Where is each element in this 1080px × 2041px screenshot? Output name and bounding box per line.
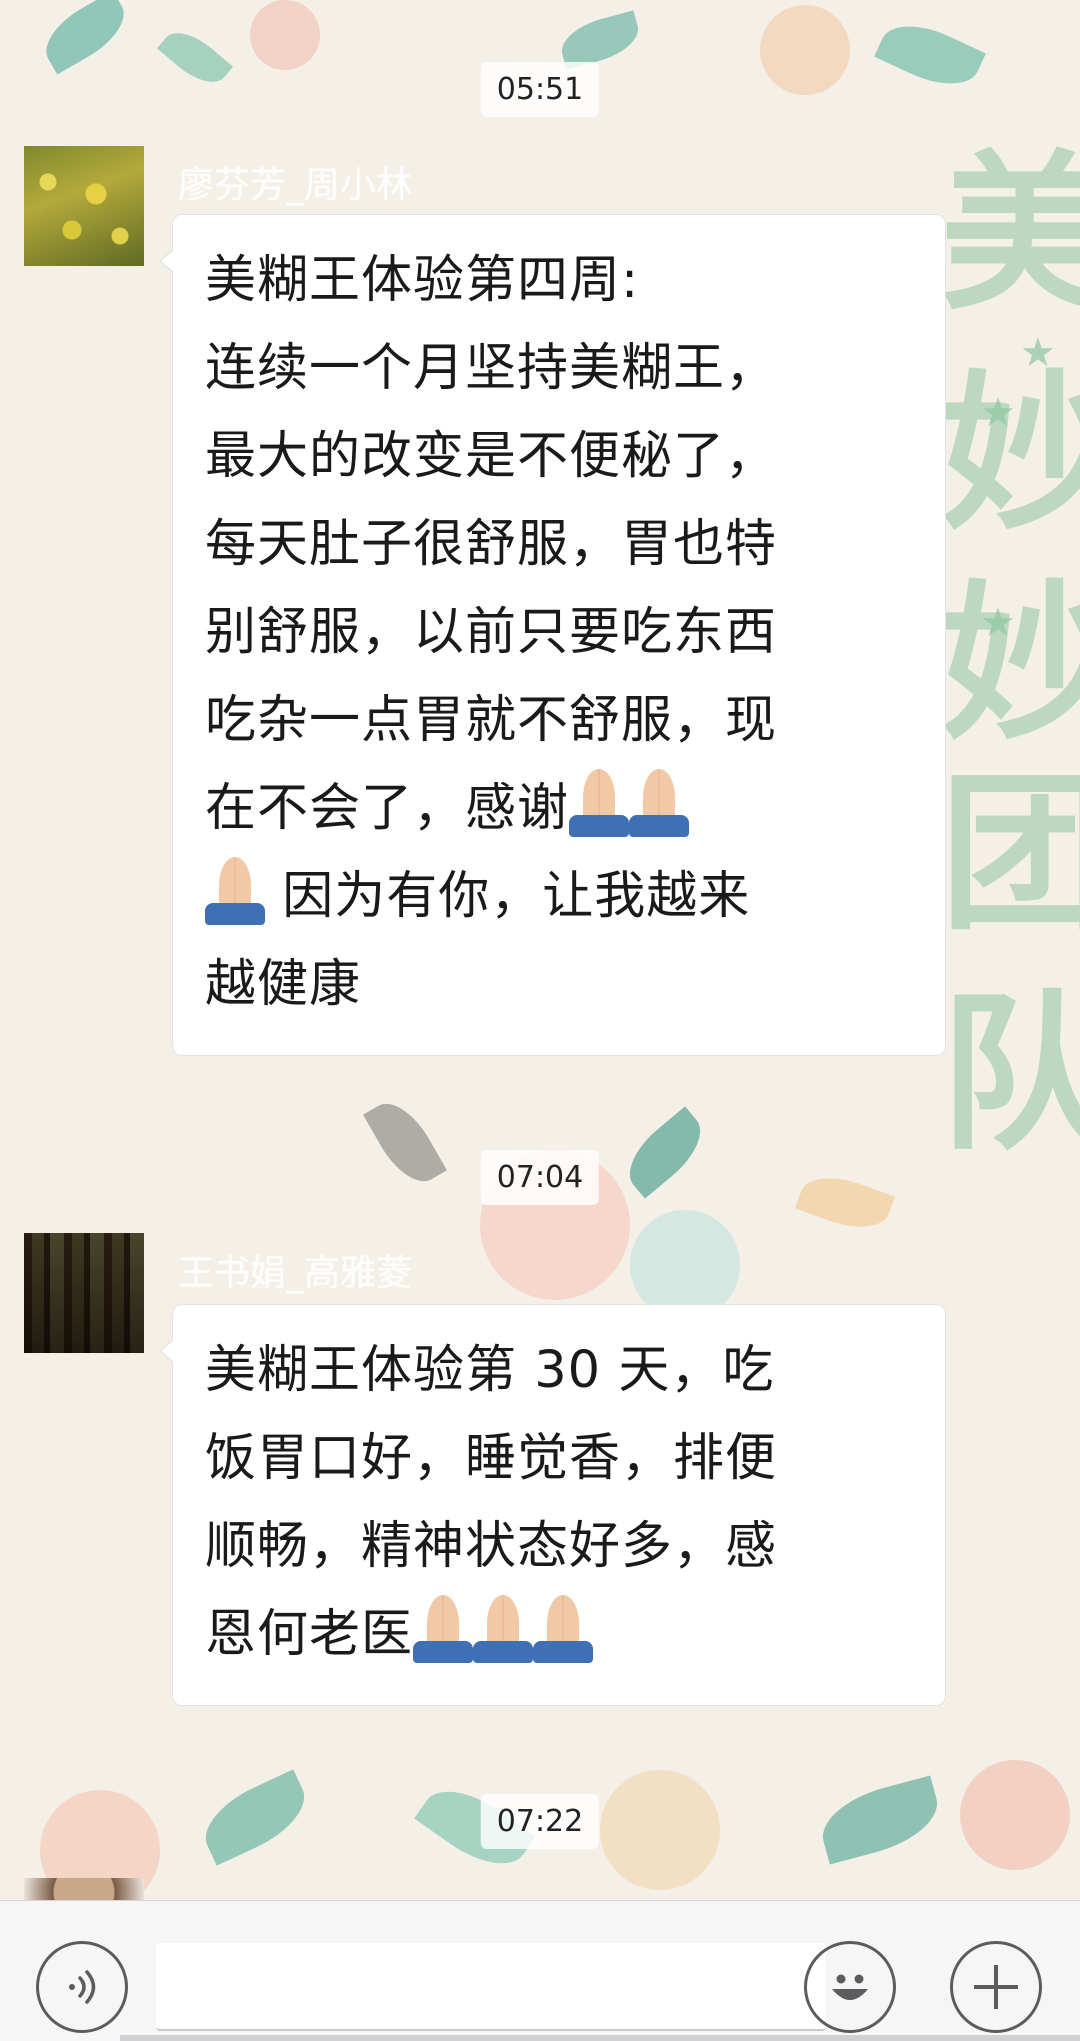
- flower-decoration: [600, 1770, 720, 1890]
- more-button[interactable]: [950, 1941, 1042, 2033]
- message-line: 顺畅，精神状态好多，感: [205, 1517, 778, 1576]
- message-bubble[interactable]: 美糊王体验第四周: 连续一个月坚持美糊王， 最大的改变是不便秘了， 每天肚子很舒…: [159, 214, 946, 1056]
- folded-hands-emoji-icon: [629, 769, 690, 839]
- message-timestamp: 07:04: [480, 1150, 600, 1205]
- message-line-with-emoji: 因为有你，让我越来: [205, 853, 913, 941]
- message-timestamp: 07:22: [480, 1794, 600, 1849]
- background-text: 队: [939, 976, 1080, 1174]
- message-line: 每天肚子很舒服，胃也特: [205, 515, 778, 574]
- message-bubble[interactable]: 美糊王体验第 30 天，吃 饭胃口好，睡觉香，排便 顺畅，精神状态好多，感 恩何…: [159, 1304, 946, 1706]
- folded-hands-emoji-icon: [569, 769, 630, 839]
- leaf-decoration: [795, 1165, 895, 1240]
- leaf-decoration: [814, 1775, 946, 1865]
- message-line: 美糊王体验第 30 天，吃: [205, 1341, 775, 1400]
- background-text: 团: [939, 756, 1080, 954]
- sender-avatar[interactable]: [24, 1233, 144, 1353]
- leaf-decoration: [156, 21, 234, 94]
- voice-icon: [69, 1970, 96, 2004]
- flower-decoration: [250, 0, 320, 70]
- message-line: 最大的改变是不便秘了，: [205, 427, 778, 486]
- voice-button[interactable]: [36, 1941, 128, 2033]
- sender-nickname: 王书娟_高雅菱: [178, 1253, 413, 1294]
- bottom-divider: [120, 2035, 1080, 2041]
- message-line-with-emoji: 在不会了，感谢: [205, 765, 913, 853]
- chat-input-bar: [0, 1900, 1080, 2041]
- folded-hands-emoji-icon: [533, 1595, 594, 1665]
- message-timestamp: 05:51: [480, 62, 600, 117]
- star-decoration: ★: [1020, 330, 1056, 376]
- message-text: 因为有你，让我越来: [265, 867, 751, 926]
- plus-icon: [974, 1965, 1018, 2009]
- leaf-decoration: [556, 10, 644, 70]
- leaf-decoration: [874, 11, 986, 99]
- emoji-button[interactable]: [804, 1941, 896, 2033]
- message-line: 连续一个月坚持美糊王，: [205, 339, 778, 398]
- message-line: 饭胃口好，睡觉香，排便: [205, 1429, 778, 1488]
- message-text: 在不会了，感谢: [205, 779, 570, 838]
- message-line: 吃杂一点胃就不舒服，现: [205, 691, 778, 750]
- sender-nickname: 廖芬芳_周小林: [178, 165, 413, 206]
- leaf-decoration: [363, 1092, 447, 1193]
- message-line-with-emoji: 恩何老医: [205, 1591, 913, 1679]
- sender-avatar[interactable]: [24, 146, 144, 266]
- leaf-decoration: [34, 0, 136, 75]
- star-decoration: ★: [980, 390, 1016, 436]
- flower-decoration: [960, 1760, 1070, 1870]
- leaf-decoration: [193, 1769, 317, 1866]
- emoji-icon: [832, 1974, 868, 2000]
- folded-hands-emoji-icon: [473, 1595, 534, 1665]
- leaf-decoration: [616, 1106, 714, 1199]
- folded-hands-emoji-icon: [205, 857, 265, 927]
- message-line: 越健康: [205, 955, 362, 1014]
- message-line: 别舒服，以前只要吃东西: [205, 603, 778, 662]
- flower-decoration: [760, 5, 850, 95]
- star-decoration: ★: [980, 600, 1016, 646]
- message-line: 美糊王体验第四周:: [205, 251, 640, 310]
- sender-avatar[interactable]: [24, 1878, 144, 1902]
- message-text: 恩何老医: [205, 1605, 414, 1664]
- folded-hands-emoji-icon: [413, 1595, 474, 1665]
- background-text: 美: [939, 136, 1080, 334]
- message-input[interactable]: [156, 1943, 826, 2031]
